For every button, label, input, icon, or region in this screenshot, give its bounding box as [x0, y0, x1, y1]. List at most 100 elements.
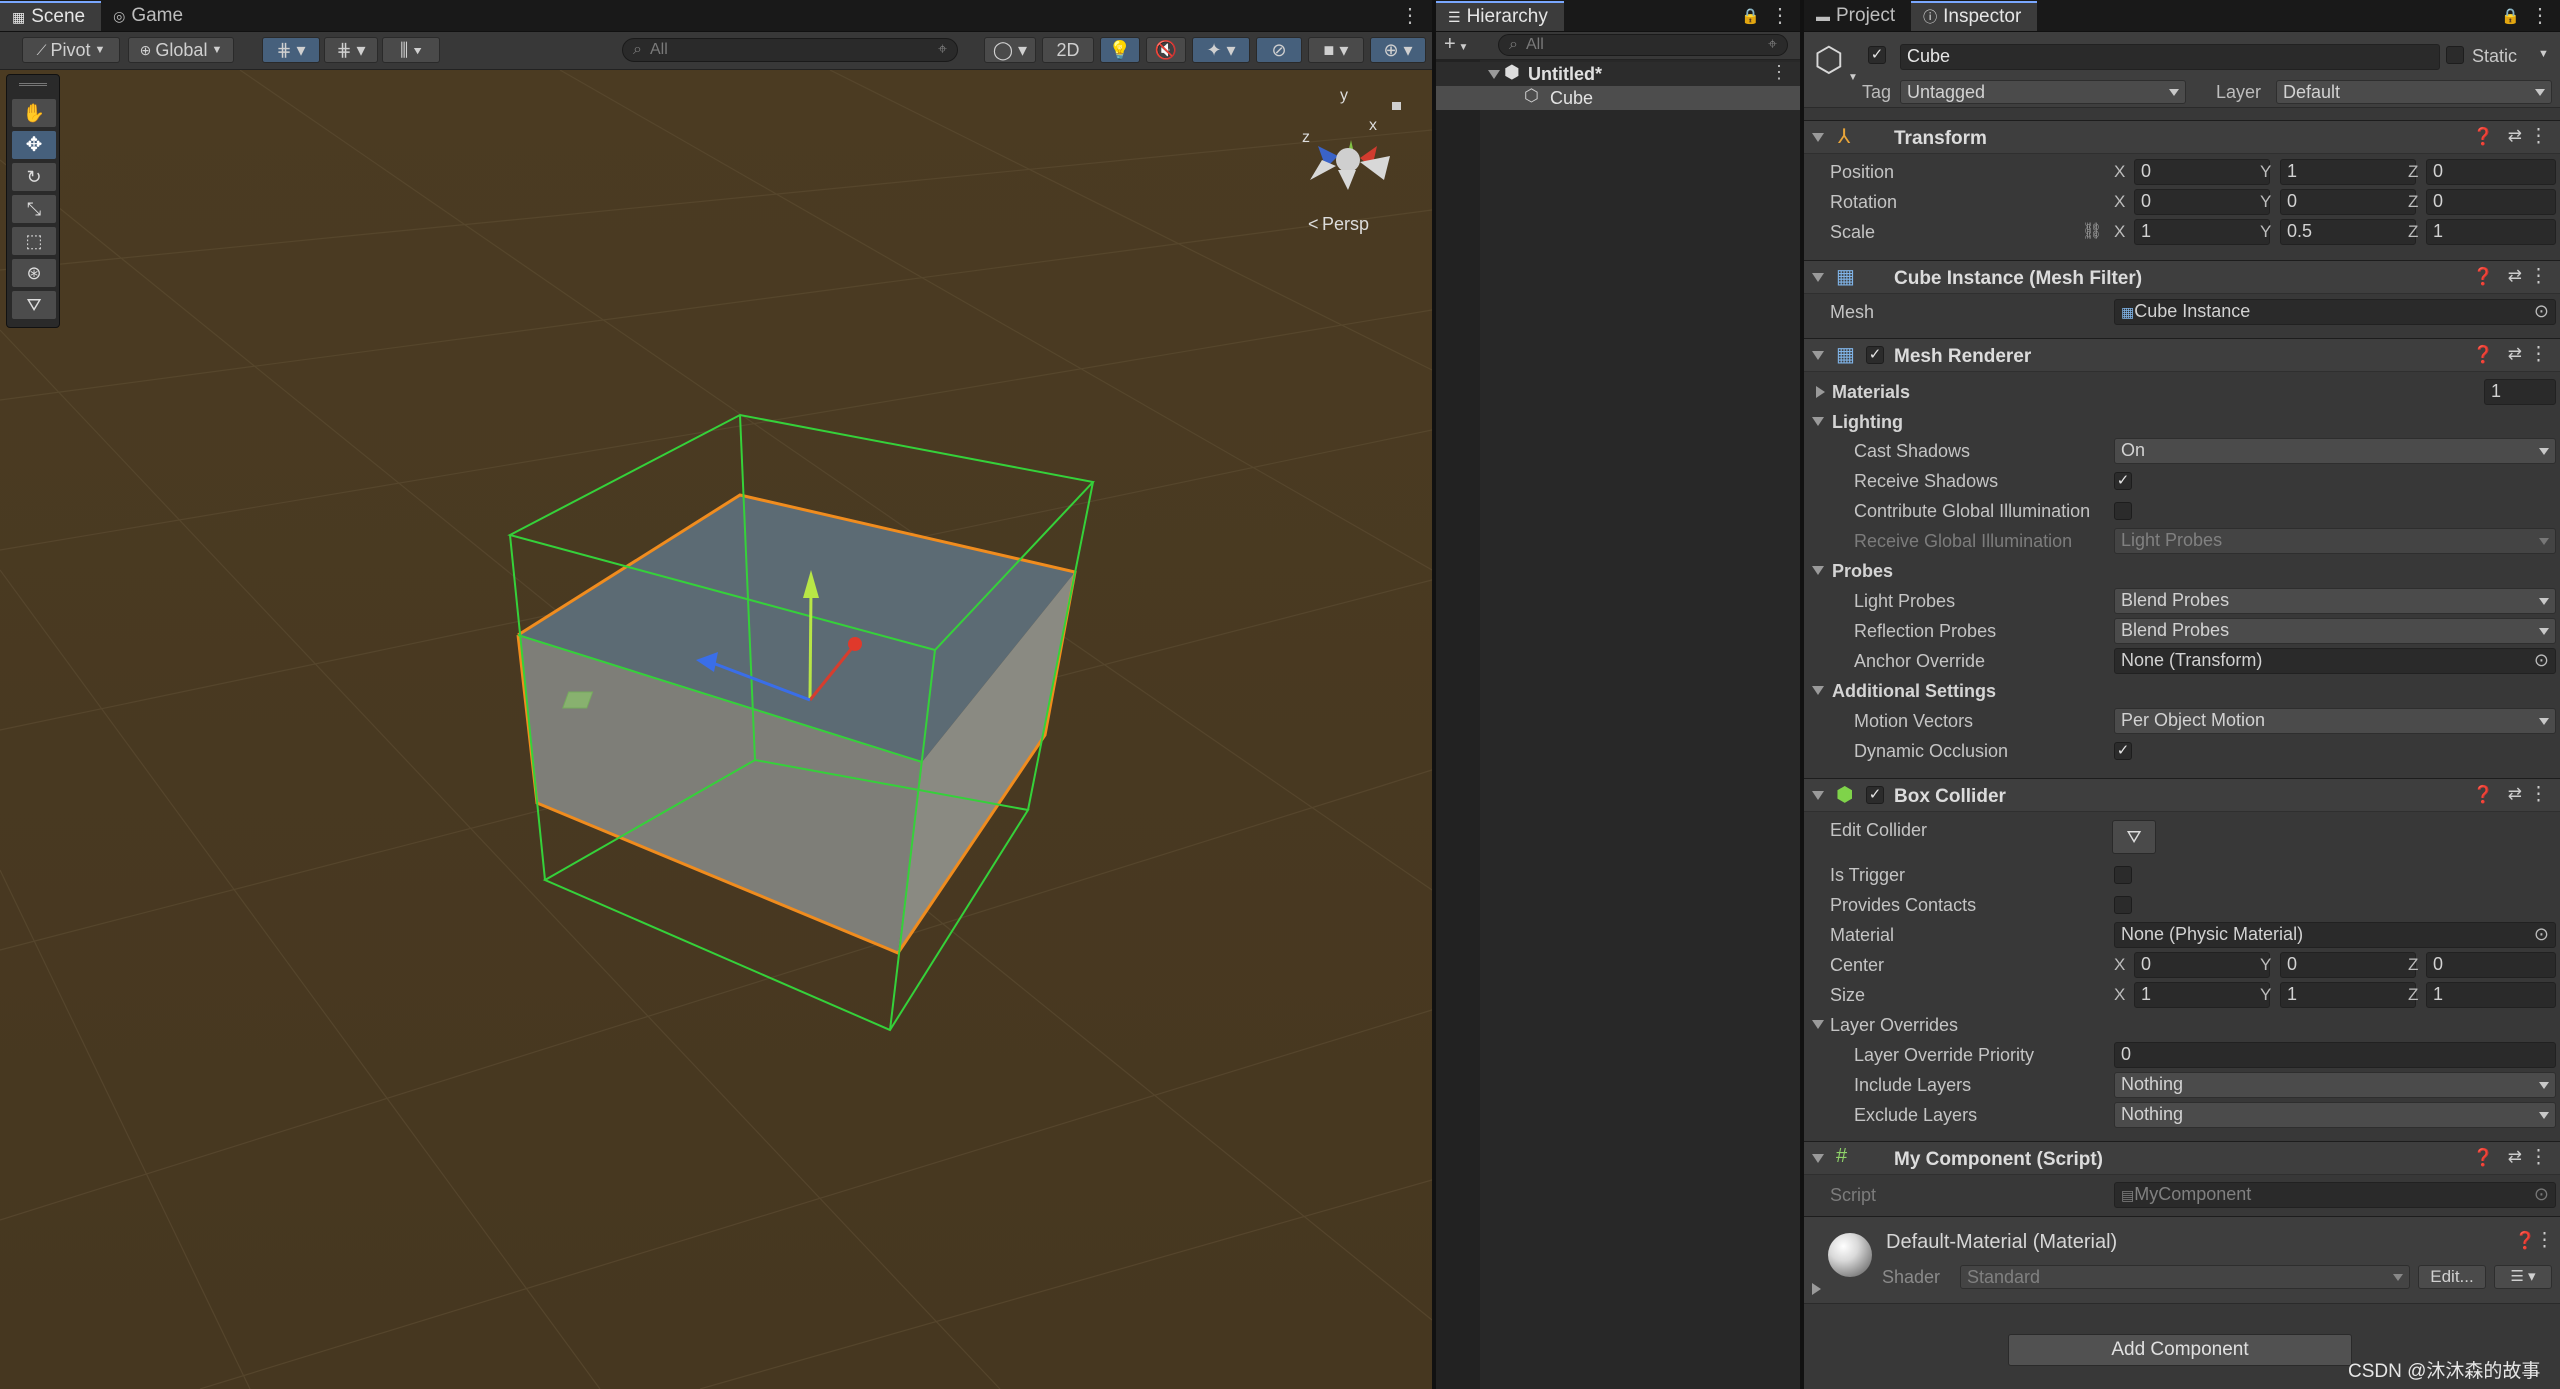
- provides-contacts-checkbox[interactable]: [2114, 896, 2132, 914]
- global-dropdown[interactable]: ⊕ Global ▼: [128, 37, 234, 63]
- add-component-button[interactable]: Add Component: [2008, 1334, 2352, 1366]
- rotation-x-field[interactable]: 0: [2134, 189, 2270, 215]
- hierarchy-lock-icon[interactable]: 🔒: [1741, 7, 1760, 25]
- lighting-toggle[interactable]: 💡: [1100, 37, 1140, 63]
- box-collider-header[interactable]: ⬢ ✓ Box Collider ❓ ⇄ ⋮: [1804, 778, 2560, 812]
- materials-row[interactable]: Materials 1: [1804, 377, 2560, 407]
- move-gizmo-x-handle[interactable]: [848, 637, 862, 651]
- layer-override-priority-field[interactable]: 0: [2114, 1042, 2556, 1068]
- preset-icon[interactable]: ⇄: [2508, 1147, 2522, 1167]
- collapse-icon[interactable]: [1812, 791, 1824, 800]
- transform-header[interactable]: ⅄ Transform ❓ ⇄ ⋮: [1804, 120, 2560, 154]
- center-y-field[interactable]: 0: [2280, 952, 2416, 978]
- collapse-icon[interactable]: [1812, 1020, 1824, 1029]
- mode-2d-button[interactable]: 2D: [1042, 37, 1094, 63]
- effects-dropdown[interactable]: ✦ ▾: [1192, 37, 1250, 63]
- grid-snap-button[interactable]: ⋕ ▾: [262, 37, 320, 63]
- move-tool-button[interactable]: ✥: [12, 131, 56, 159]
- receive-shadows-checkbox[interactable]: ✓: [2114, 472, 2132, 490]
- expand-icon[interactable]: [1816, 386, 1825, 398]
- help-icon[interactable]: ❓: [2473, 785, 2494, 805]
- shader-edit-button[interactable]: Edit...: [2418, 1265, 2486, 1289]
- collider-material-field[interactable]: None (Physic Material) ⊙: [2114, 922, 2556, 948]
- scene-search-input[interactable]: ⌕ All ⌖: [622, 38, 958, 62]
- scale-z-field[interactable]: 1: [2426, 219, 2556, 245]
- size-x-field[interactable]: 1: [2134, 982, 2270, 1008]
- preset-icon[interactable]: ⇄: [2508, 344, 2522, 364]
- material-preview-sphere[interactable]: [1828, 1233, 1872, 1277]
- reflection-probes-dropdown[interactable]: Blend Probes: [2114, 618, 2556, 644]
- lighting-row[interactable]: Lighting: [1804, 407, 2560, 437]
- motion-vectors-dropdown[interactable]: Per Object Motion: [2114, 708, 2556, 734]
- position-x-field[interactable]: 0: [2134, 159, 2270, 185]
- box-collider-enabled-checkbox[interactable]: ✓: [1866, 786, 1884, 804]
- scale-y-field[interactable]: 0.5: [2280, 219, 2416, 245]
- rotation-y-field[interactable]: 0: [2280, 189, 2416, 215]
- inspector-lock-icon[interactable]: 🔒: [2501, 7, 2520, 25]
- materials-count-field[interactable]: 1: [2484, 379, 2556, 405]
- hierarchy-search-input[interactable]: ⌕ All ⌖: [1498, 34, 1788, 56]
- shader-options-button[interactable]: ☰ ▾: [2494, 1265, 2552, 1289]
- static-chevron-icon[interactable]: ▼: [2538, 48, 2549, 60]
- probes-row[interactable]: Probes: [1804, 556, 2560, 586]
- custom-tool-button[interactable]: ⛛: [12, 291, 56, 319]
- layer-overrides-row[interactable]: Layer Overrides: [1804, 1010, 2560, 1040]
- move-gizmo-y-axis[interactable]: [808, 589, 813, 701]
- active-checkbox[interactable]: ✓: [1868, 46, 1886, 64]
- rotate-tool-button[interactable]: ↻: [12, 163, 56, 191]
- scale-tool-button[interactable]: ⤡: [12, 195, 56, 223]
- create-dropdown[interactable]: + ▼: [1444, 33, 1468, 56]
- additional-settings-row[interactable]: Additional Settings: [1804, 676, 2560, 706]
- collapse-icon[interactable]: [1812, 133, 1824, 142]
- help-icon[interactable]: ❓: [2473, 127, 2494, 147]
- expand-scene-icon[interactable]: [1488, 70, 1500, 79]
- component-menu-icon[interactable]: ⋮: [2535, 1229, 2554, 1252]
- position-y-field[interactable]: 1: [2280, 159, 2416, 185]
- tab-project[interactable]: ▬ Project: [1804, 1, 1911, 31]
- scale-x-field[interactable]: 1: [2134, 219, 2270, 245]
- tab-inspector[interactable]: ⓘ Inspector: [1911, 1, 2038, 31]
- preset-icon[interactable]: ⇄: [2508, 266, 2522, 286]
- mesh-renderer-enabled-checkbox[interactable]: ✓: [1866, 346, 1884, 364]
- object-picker-icon[interactable]: ⊙: [2534, 924, 2549, 945]
- inspector-more-icon[interactable]: ⋮: [2530, 3, 2550, 28]
- collapse-icon[interactable]: [1812, 417, 1824, 426]
- preset-icon[interactable]: ⇄: [2508, 784, 2522, 804]
- light-probes-dropdown[interactable]: Blend Probes: [2114, 588, 2556, 614]
- gizmo-center[interactable]: [1336, 148, 1360, 172]
- center-z-field[interactable]: 0: [2426, 952, 2556, 978]
- collapse-icon[interactable]: [1812, 351, 1824, 360]
- hidden-objects-toggle[interactable]: ⊘: [1256, 37, 1302, 63]
- is-trigger-checkbox[interactable]: [2114, 866, 2132, 884]
- include-layers-dropdown[interactable]: Nothing: [2114, 1072, 2556, 1098]
- object-picker-icon[interactable]: ⊙: [2534, 301, 2549, 322]
- pivot-dropdown[interactable]: ⟋ Pivot ▼: [22, 37, 120, 63]
- mesh-object-field[interactable]: ▦Cube Instance ⊙: [2114, 299, 2556, 325]
- rect-tool-button[interactable]: ⬚: [12, 227, 56, 255]
- object-picker-icon[interactable]: ⊙: [2534, 650, 2549, 671]
- collapse-icon[interactable]: [1812, 1154, 1824, 1163]
- mesh-renderer-header[interactable]: ▦ ✓ Mesh Renderer ❓ ⇄ ⋮: [1804, 338, 2560, 372]
- link-icon[interactable]: ⛓: [2082, 221, 2102, 241]
- tab-hierarchy[interactable]: ☰ Hierarchy: [1436, 1, 1564, 31]
- expand-material-icon[interactable]: [1812, 1283, 1821, 1295]
- persp-label[interactable]: Persp: [1322, 214, 1369, 234]
- edit-collider-button[interactable]: ⛛: [2112, 820, 2156, 854]
- tab-game[interactable]: ◎ Game: [101, 1, 199, 31]
- hierarchy-more-icon[interactable]: ⋮: [1770, 3, 1790, 28]
- hand-tool-button[interactable]: ✋: [12, 99, 56, 127]
- size-z-field[interactable]: 1: [2426, 982, 2556, 1008]
- anchor-override-field[interactable]: None (Transform) ⊙: [2114, 648, 2556, 674]
- scene-viewport[interactable]: y x z Persp <: [0, 70, 1432, 1389]
- exclude-layers-dropdown[interactable]: Nothing: [2114, 1102, 2556, 1128]
- dynamic-occlusion-checkbox[interactable]: ✓: [2114, 742, 2132, 760]
- move-gizmo-plane-handle[interactable]: [562, 691, 594, 709]
- component-menu-icon[interactable]: ⋮: [2529, 265, 2548, 288]
- scene-more-icon[interactable]: ⋮: [1400, 3, 1420, 28]
- scene-more-icon[interactable]: ⋮: [1770, 62, 1788, 83]
- contribute-gi-checkbox[interactable]: [2114, 502, 2132, 520]
- component-menu-icon[interactable]: ⋮: [2529, 343, 2548, 366]
- component-menu-icon[interactable]: ⋮: [2529, 1146, 2548, 1169]
- help-icon[interactable]: ❓: [2473, 267, 2494, 287]
- mesh-filter-header[interactable]: ▦ Cube Instance (Mesh Filter) ❓ ⇄ ⋮: [1804, 260, 2560, 294]
